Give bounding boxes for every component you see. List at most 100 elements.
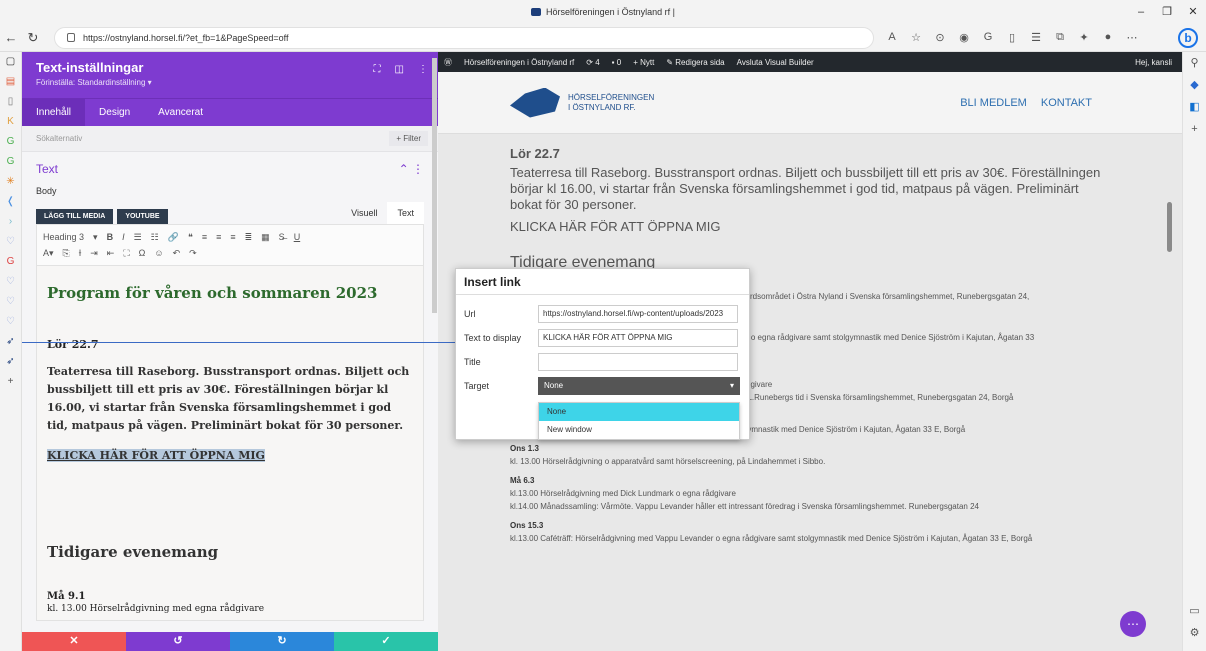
fav-icon[interactable]: ➶: [0, 332, 21, 352]
fav-icon[interactable]: ▢: [0, 52, 21, 72]
option-none[interactable]: None: [539, 403, 739, 421]
fav-icon[interactable]: ➶: [0, 352, 21, 372]
chevron-up-icon[interactable]: ⌃ ⋮: [399, 162, 424, 176]
tab-visual[interactable]: Visuell: [341, 202, 387, 224]
outdent-icon[interactable]: ⇤: [107, 248, 115, 259]
url-input[interactable]: https://ostnyland.horsel.fi/wp-content/u…: [538, 305, 738, 323]
redo-icon[interactable]: ↷: [189, 248, 197, 259]
youtube-button[interactable]: YOUTUBE: [117, 209, 168, 224]
align-right-icon[interactable]: ≡: [230, 232, 235, 242]
split-icon[interactable]: ◫: [395, 64, 404, 75]
redo-icon[interactable]: ↻: [230, 632, 334, 651]
fav-icon[interactable]: ▯: [0, 92, 21, 112]
favorites-icon[interactable]: ☰: [1024, 31, 1048, 44]
back-icon[interactable]: ←: [0, 30, 22, 45]
option-new-window[interactable]: New window: [539, 421, 739, 439]
tab-text[interactable]: Text: [387, 202, 424, 224]
reload-icon[interactable]: ↻: [22, 30, 44, 46]
italic-icon[interactable]: I: [122, 232, 125, 242]
extension-icon[interactable]: G: [976, 31, 1000, 44]
updates-icon[interactable]: ⟳ 4: [586, 58, 599, 67]
split-screen-icon[interactable]: ▯: [1000, 31, 1024, 44]
omega-icon[interactable]: Ω: [139, 248, 146, 258]
site-scrollbar[interactable]: [1167, 202, 1172, 252]
undo-icon[interactable]: ↺: [126, 632, 230, 651]
preset-selector[interactable]: Förinställa: Standardinställning ▾: [36, 78, 424, 87]
wp-site-name[interactable]: Hörselföreningen i Östnyland rf: [464, 58, 574, 67]
extension-icon[interactable]: ◉: [952, 31, 976, 44]
fav-icon[interactable]: ✳: [0, 172, 21, 192]
editor-content[interactable]: Program för våren och sommaren 2023 Lör …: [36, 266, 424, 621]
new-button[interactable]: + Nytt: [633, 58, 654, 67]
sidebar-toggle-icon[interactable]: ▭: [1183, 600, 1206, 622]
undo-icon[interactable]: ↶: [173, 248, 181, 259]
builder-menu-button[interactable]: ⋯: [1120, 611, 1146, 637]
event-link[interactable]: KLICKA HÄR FÖR ATT ÖPPNA MIG: [510, 219, 1110, 234]
quote-icon[interactable]: ❝: [188, 232, 193, 243]
table-icon[interactable]: ▦: [261, 232, 270, 243]
restore-icon[interactable]: ❐: [1154, 0, 1180, 24]
menu-item-join[interactable]: BLI MEDLEM: [960, 97, 1027, 109]
outlook-icon[interactable]: ◧: [1183, 96, 1206, 118]
save-icon[interactable]: ✓: [334, 632, 438, 651]
shopping-icon[interactable]: ◆: [1183, 74, 1206, 96]
extension-icon[interactable]: ⊙: [928, 31, 952, 44]
read-aloud-icon[interactable]: A: [880, 31, 904, 44]
minimize-icon[interactable]: –: [1128, 0, 1154, 24]
edit-page-button[interactable]: ✎ Redigera sida: [666, 58, 724, 67]
wordpress-icon[interactable]: Ⓦ: [444, 57, 452, 68]
add-sidebar-app-icon[interactable]: +: [1183, 118, 1206, 140]
close-icon[interactable]: ✕: [1180, 0, 1206, 24]
search-icon[interactable]: ⚲: [1183, 52, 1206, 74]
extension-icon[interactable]: ✦: [1072, 31, 1096, 44]
fav-icon[interactable]: G: [0, 152, 21, 172]
settings-gear-icon[interactable]: ⚙: [1183, 622, 1206, 644]
fav-icon[interactable]: ♡: [0, 312, 21, 332]
filter-button[interactable]: + Filter: [389, 131, 428, 146]
url-field[interactable]: https://ostnyland.horsel.fi/?et_fb=1&Pag…: [54, 26, 874, 49]
fullscreen-icon[interactable]: ⛶: [123, 248, 129, 259]
fav-icon[interactable]: ♡: [0, 272, 21, 292]
exit-builder-button[interactable]: Avsluta Visual Builder: [737, 58, 814, 67]
panel-scrollbar[interactable]: [432, 58, 437, 313]
emoji-icon[interactable]: ☺: [154, 248, 163, 258]
numbered-list-icon[interactable]: ☷: [151, 232, 159, 243]
expand-icon[interactable]: ⛶: [374, 64, 381, 75]
target-select[interactable]: None: [538, 377, 740, 395]
link-icon[interactable]: 🔗: [168, 232, 179, 243]
profile-icon[interactable]: ●: [1096, 31, 1120, 44]
menu-item-contact[interactable]: KONTAKT: [1041, 97, 1092, 109]
account-greeting[interactable]: Hej, kansli: [1135, 58, 1172, 67]
add-media-button[interactable]: LÄGG TILL MEDIA: [36, 209, 114, 224]
fav-icon[interactable]: ❬: [0, 192, 21, 212]
fav-icon[interactable]: ♡: [0, 292, 21, 312]
discard-icon[interactable]: ✕: [22, 632, 126, 651]
comments-icon[interactable]: ▪ 0: [612, 58, 622, 67]
tab-design[interactable]: Design: [85, 99, 144, 126]
chevron-down-icon[interactable]: ▾: [93, 232, 98, 243]
align-center-icon[interactable]: ≡: [216, 232, 221, 242]
strikethrough-icon[interactable]: S̶: [279, 232, 285, 242]
site-logo-text[interactable]: HÖRSELFÖRENINGEN I ÖSTNYLAND RF.: [568, 93, 654, 113]
copilot-icon[interactable]: b: [1178, 28, 1198, 48]
text-color-icon[interactable]: A▾: [43, 248, 54, 259]
more-icon[interactable]: ⋯: [1120, 31, 1144, 44]
site-logo[interactable]: [510, 87, 560, 118]
underline-icon[interactable]: U: [294, 232, 301, 242]
clear-format-icon[interactable]: Ɨ: [79, 248, 82, 258]
fav-icon[interactable]: ♡: [0, 232, 21, 252]
align-left-icon[interactable]: ≡: [202, 232, 207, 242]
favorite-star-icon[interactable]: ☆: [904, 31, 928, 44]
title-input[interactable]: [538, 353, 738, 371]
tab-content[interactable]: Innehåll: [22, 99, 86, 126]
format-select[interactable]: Heading 3: [43, 232, 84, 242]
indent-icon[interactable]: ⇥: [90, 248, 98, 259]
collections-icon[interactable]: ⧉: [1048, 31, 1072, 44]
paste-icon[interactable]: ⎘: [63, 248, 70, 259]
add-favorite-icon[interactable]: +: [0, 372, 21, 392]
fav-icon[interactable]: ›: [0, 212, 21, 232]
bold-icon[interactable]: B: [107, 232, 114, 242]
panel-menu-icon[interactable]: ⋮: [418, 64, 428, 75]
justify-icon[interactable]: ≣: [245, 232, 253, 243]
fav-icon[interactable]: G: [0, 252, 21, 272]
